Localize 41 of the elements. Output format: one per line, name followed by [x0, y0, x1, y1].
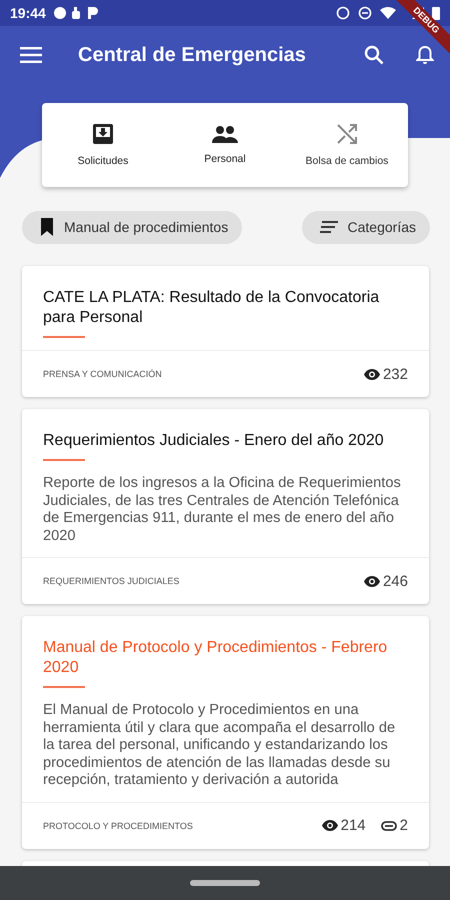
post-card[interactable] [22, 616, 429, 848]
alarm-icon [336, 6, 350, 20]
bookmark-icon [40, 218, 54, 236]
post-title: Requerimientos Judiciales - Enero del año 2020 [43, 431, 385, 451]
accent-line [43, 336, 85, 338]
filter-chip[interactable]: Categorías [302, 210, 430, 244]
eye-icon [364, 576, 380, 586]
notifications-icon[interactable] [416, 45, 434, 65]
view-count: 214 [340, 817, 366, 834]
do-not-disturb-icon [358, 6, 372, 20]
eye-icon [322, 820, 338, 831]
post-summary: El Manual de Protocolo y Procedimientos en una herramienta útil y clara que acompaña el desarrollo de la tarea del personal, unificando y estandarizando los procedimientos de atención de las llamadas desde su recepción, tratamiento y derivación a autorida [43, 702, 396, 790]
post-card[interactable]: CATE LA PLATA: Resultado de la Convocatoria para Personal PRENSA Y COMUNICACIÓN 232 [22, 266, 429, 397]
attachment-count: 2 [400, 817, 408, 834]
app-title: Central de Emergencias [78, 44, 307, 66]
home-handle[interactable] [190, 880, 260, 886]
wifi-icon [380, 7, 396, 19]
people-icon [212, 125, 238, 143]
post-card[interactable] [22, 409, 429, 604]
post-summary: Reporte de los ingresos a la Oficina de Requerimientos Judiciales, de las tres Centrales de Atención Telefónica de Emergencias 911, durante el mes de enero del año 2020 [43, 475, 402, 545]
view-count: 232 [382, 366, 408, 382]
shuffle-icon [336, 123, 358, 145]
post-category: PRENSA Y COMUNICACIÓN [43, 369, 163, 379]
sort-icon [320, 221, 338, 233]
post-category: PROTOCOLO Y PROCEDIMIENTOS [43, 820, 194, 830]
view-count: 246 [382, 572, 408, 590]
shortcut-button[interactable]: Personal [164, 103, 286, 187]
shortcut-button[interactable]: Solicitudes [42, 103, 164, 187]
accent-line [43, 459, 85, 461]
accent-line [43, 686, 85, 688]
status-time: 19:44 [10, 5, 46, 21]
eye-icon [364, 368, 380, 380]
menu-icon[interactable] [20, 47, 42, 63]
search-icon[interactable] [364, 45, 384, 65]
filter-chip[interactable]: Manual de procedimientos [22, 210, 242, 244]
battery-icon [432, 6, 440, 20]
post-title: CATE LA PLATA: Resultado de la Convocatoria para Personal [43, 288, 380, 328]
attachment-icon [380, 820, 397, 830]
post-category: REQUERIMIENTOS JUDICIALES [43, 576, 180, 586]
inbox-icon [92, 123, 114, 145]
post-title: Manual de Protocolo y Procedimientos - Febrero 2020 [43, 638, 388, 678]
